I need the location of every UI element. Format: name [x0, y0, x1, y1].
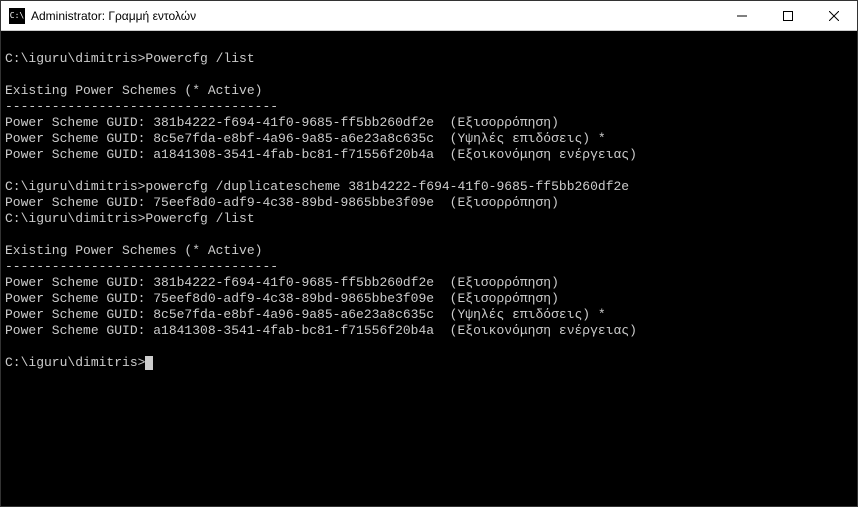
app-icon: C:\ — [9, 8, 25, 24]
terminal-line: Power Scheme GUID: 75eef8d0-adf9-4c38-89… — [5, 195, 853, 211]
terminal-line: C:\iguru\dimitris>Powercfg /list — [5, 211, 853, 227]
window-title: Administrator: Γραμμή εντολών — [31, 9, 719, 23]
terminal-line: C:\iguru\dimitris>Powercfg /list — [5, 51, 853, 67]
terminal-line: Power Scheme GUID: 8c5e7fda-e8bf-4a96-9a… — [5, 131, 853, 147]
minimize-button[interactable] — [719, 1, 765, 30]
terminal-line: Power Scheme GUID: 8c5e7fda-e8bf-4a96-9a… — [5, 307, 853, 323]
terminal-line: Power Scheme GUID: 75eef8d0-adf9-4c38-89… — [5, 291, 853, 307]
terminal-output[interactable]: C:\iguru\dimitris>Powercfg /list Existin… — [1, 31, 857, 506]
terminal-line — [5, 339, 853, 355]
command-prompt-window: C:\ Administrator: Γραμμή εντολών C:\igu… — [0, 0, 858, 507]
terminal-line — [5, 227, 853, 243]
terminal-line: ----------------------------------- — [5, 99, 853, 115]
maximize-button[interactable] — [765, 1, 811, 30]
terminal-line — [5, 163, 853, 179]
terminal-line — [5, 67, 853, 83]
close-button[interactable] — [811, 1, 857, 30]
terminal-line: ----------------------------------- — [5, 259, 853, 275]
terminal-line: Existing Power Schemes (* Active) — [5, 83, 853, 99]
terminal-line: Power Scheme GUID: 381b4222-f694-41f0-96… — [5, 115, 853, 131]
minimize-icon — [737, 11, 747, 21]
titlebar[interactable]: C:\ Administrator: Γραμμή εντολών — [1, 1, 857, 31]
terminal-line: C:\iguru\dimitris> — [5, 355, 853, 371]
terminal-line — [5, 35, 853, 51]
terminal-line: Power Scheme GUID: 381b4222-f694-41f0-96… — [5, 275, 853, 291]
terminal-line: C:\iguru\dimitris>powercfg /duplicatesch… — [5, 179, 853, 195]
cursor — [145, 356, 153, 370]
terminal-line: Power Scheme GUID: a1841308-3541-4fab-bc… — [5, 323, 853, 339]
maximize-icon — [783, 11, 793, 21]
window-controls — [719, 1, 857, 30]
close-icon — [829, 11, 839, 21]
terminal-line: Power Scheme GUID: a1841308-3541-4fab-bc… — [5, 147, 853, 163]
terminal-line: Existing Power Schemes (* Active) — [5, 243, 853, 259]
